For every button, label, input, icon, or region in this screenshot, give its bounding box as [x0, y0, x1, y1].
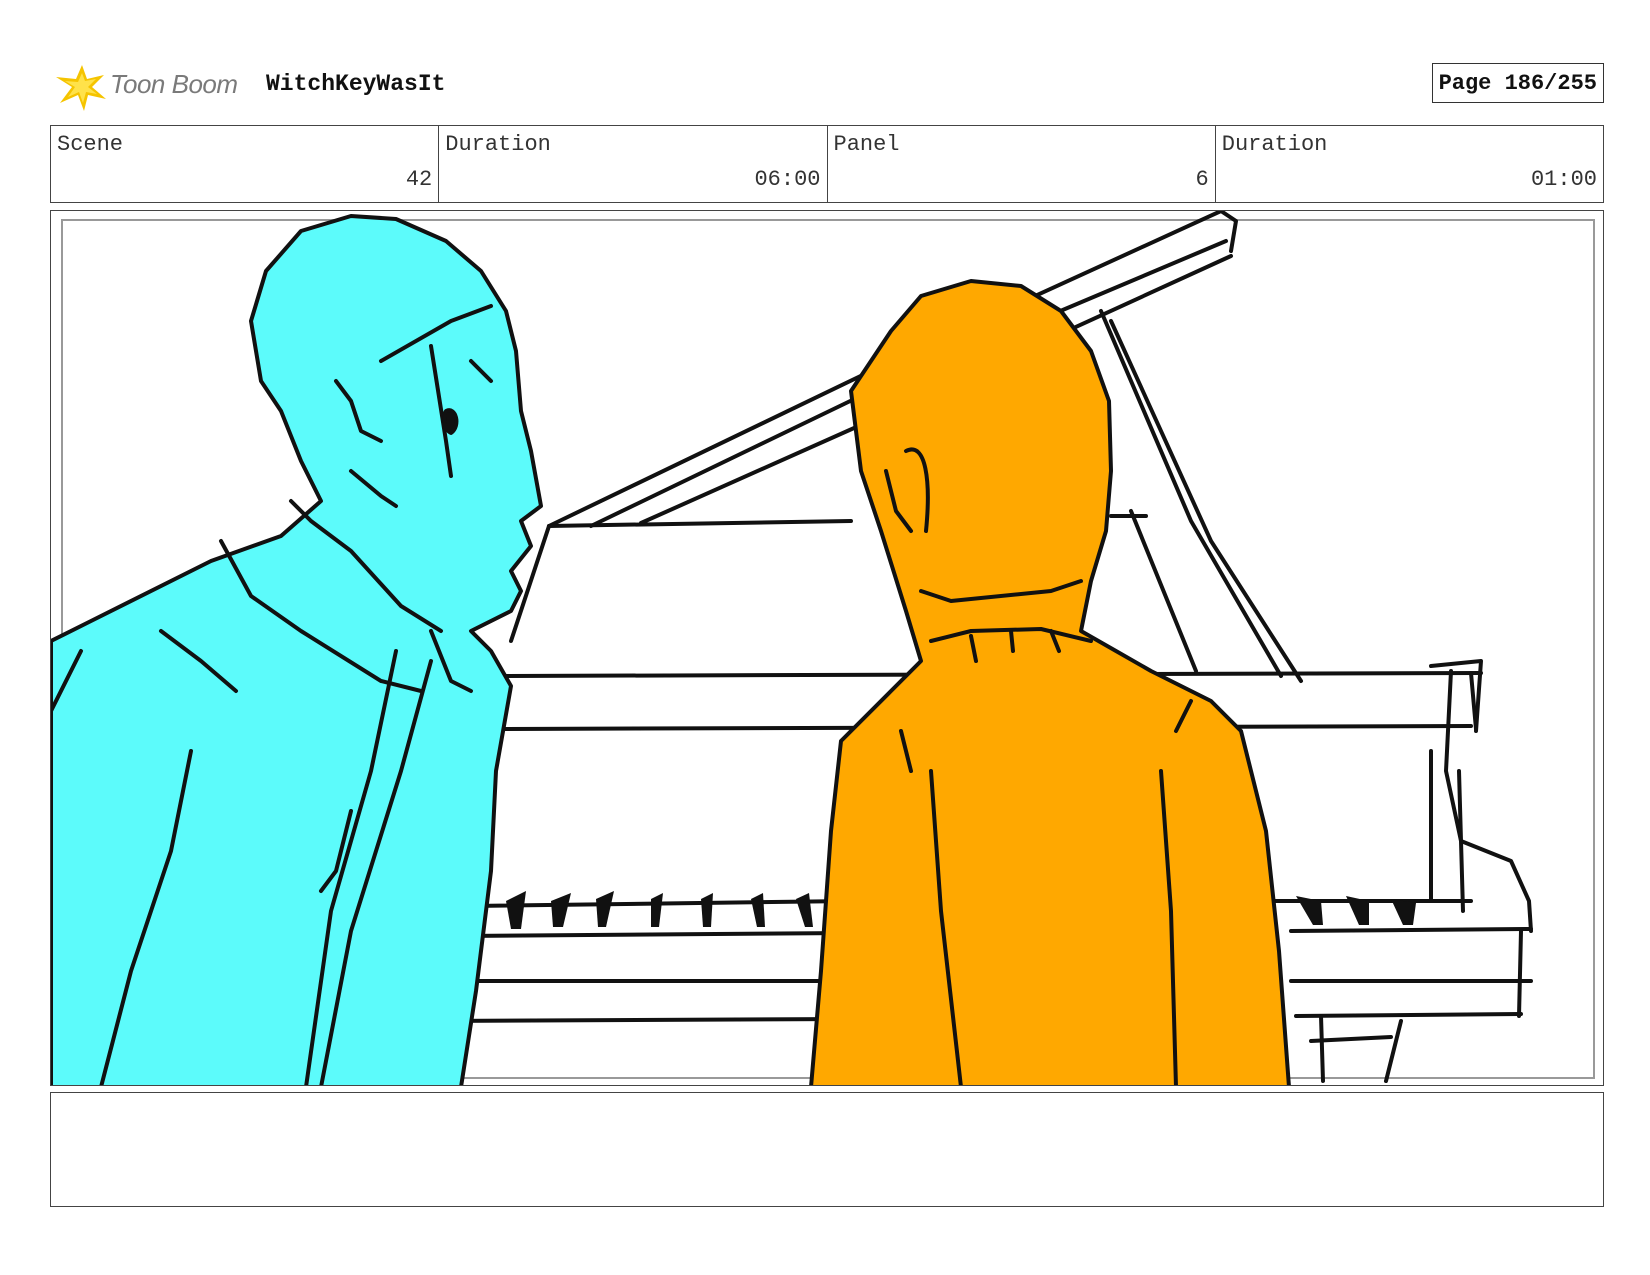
left-character — [51, 214, 543, 1085]
scene-value: 42 — [405, 167, 433, 192]
panel-notes — [50, 1092, 1604, 1207]
storyboard-panel — [50, 210, 1604, 1086]
scene-duration-cell: Duration 06:00 — [439, 126, 828, 202]
toon-boom-logo: Toon Boom — [54, 59, 254, 113]
panel-duration-value: 01:00 — [1530, 167, 1597, 192]
panel-value: 6 — [1195, 167, 1209, 192]
scene-cell: Scene 42 — [51, 126, 440, 202]
panel-label: Panel — [833, 132, 900, 157]
page-label: Page 186/255 — [1438, 70, 1597, 96]
page-indicator: Page 186/255 — [1431, 63, 1604, 103]
panel-drawing — [51, 211, 1595, 1085]
panel-duration-cell: Duration 01:00 — [1216, 126, 1603, 202]
scene-duration-value: 06:00 — [754, 167, 821, 192]
panel-duration-label: Duration — [1221, 132, 1328, 157]
toon-boom-star-icon — [56, 65, 106, 111]
scene-duration-label: Duration — [445, 132, 551, 157]
panel-cell: Panel 6 — [828, 126, 1216, 202]
panel-info-row: Scene 42 Duration 06:00 Panel 6 Duration… — [50, 125, 1604, 203]
brand-name: Toon Boom — [110, 69, 238, 99]
right-character — [809, 279, 1291, 1085]
scene-label: Scene — [57, 132, 124, 157]
page-header: Toon Boom WitchKeyWasIt Page 186/255 — [50, 55, 1604, 115]
project-title: WitchKeyWasIt — [266, 71, 446, 97]
